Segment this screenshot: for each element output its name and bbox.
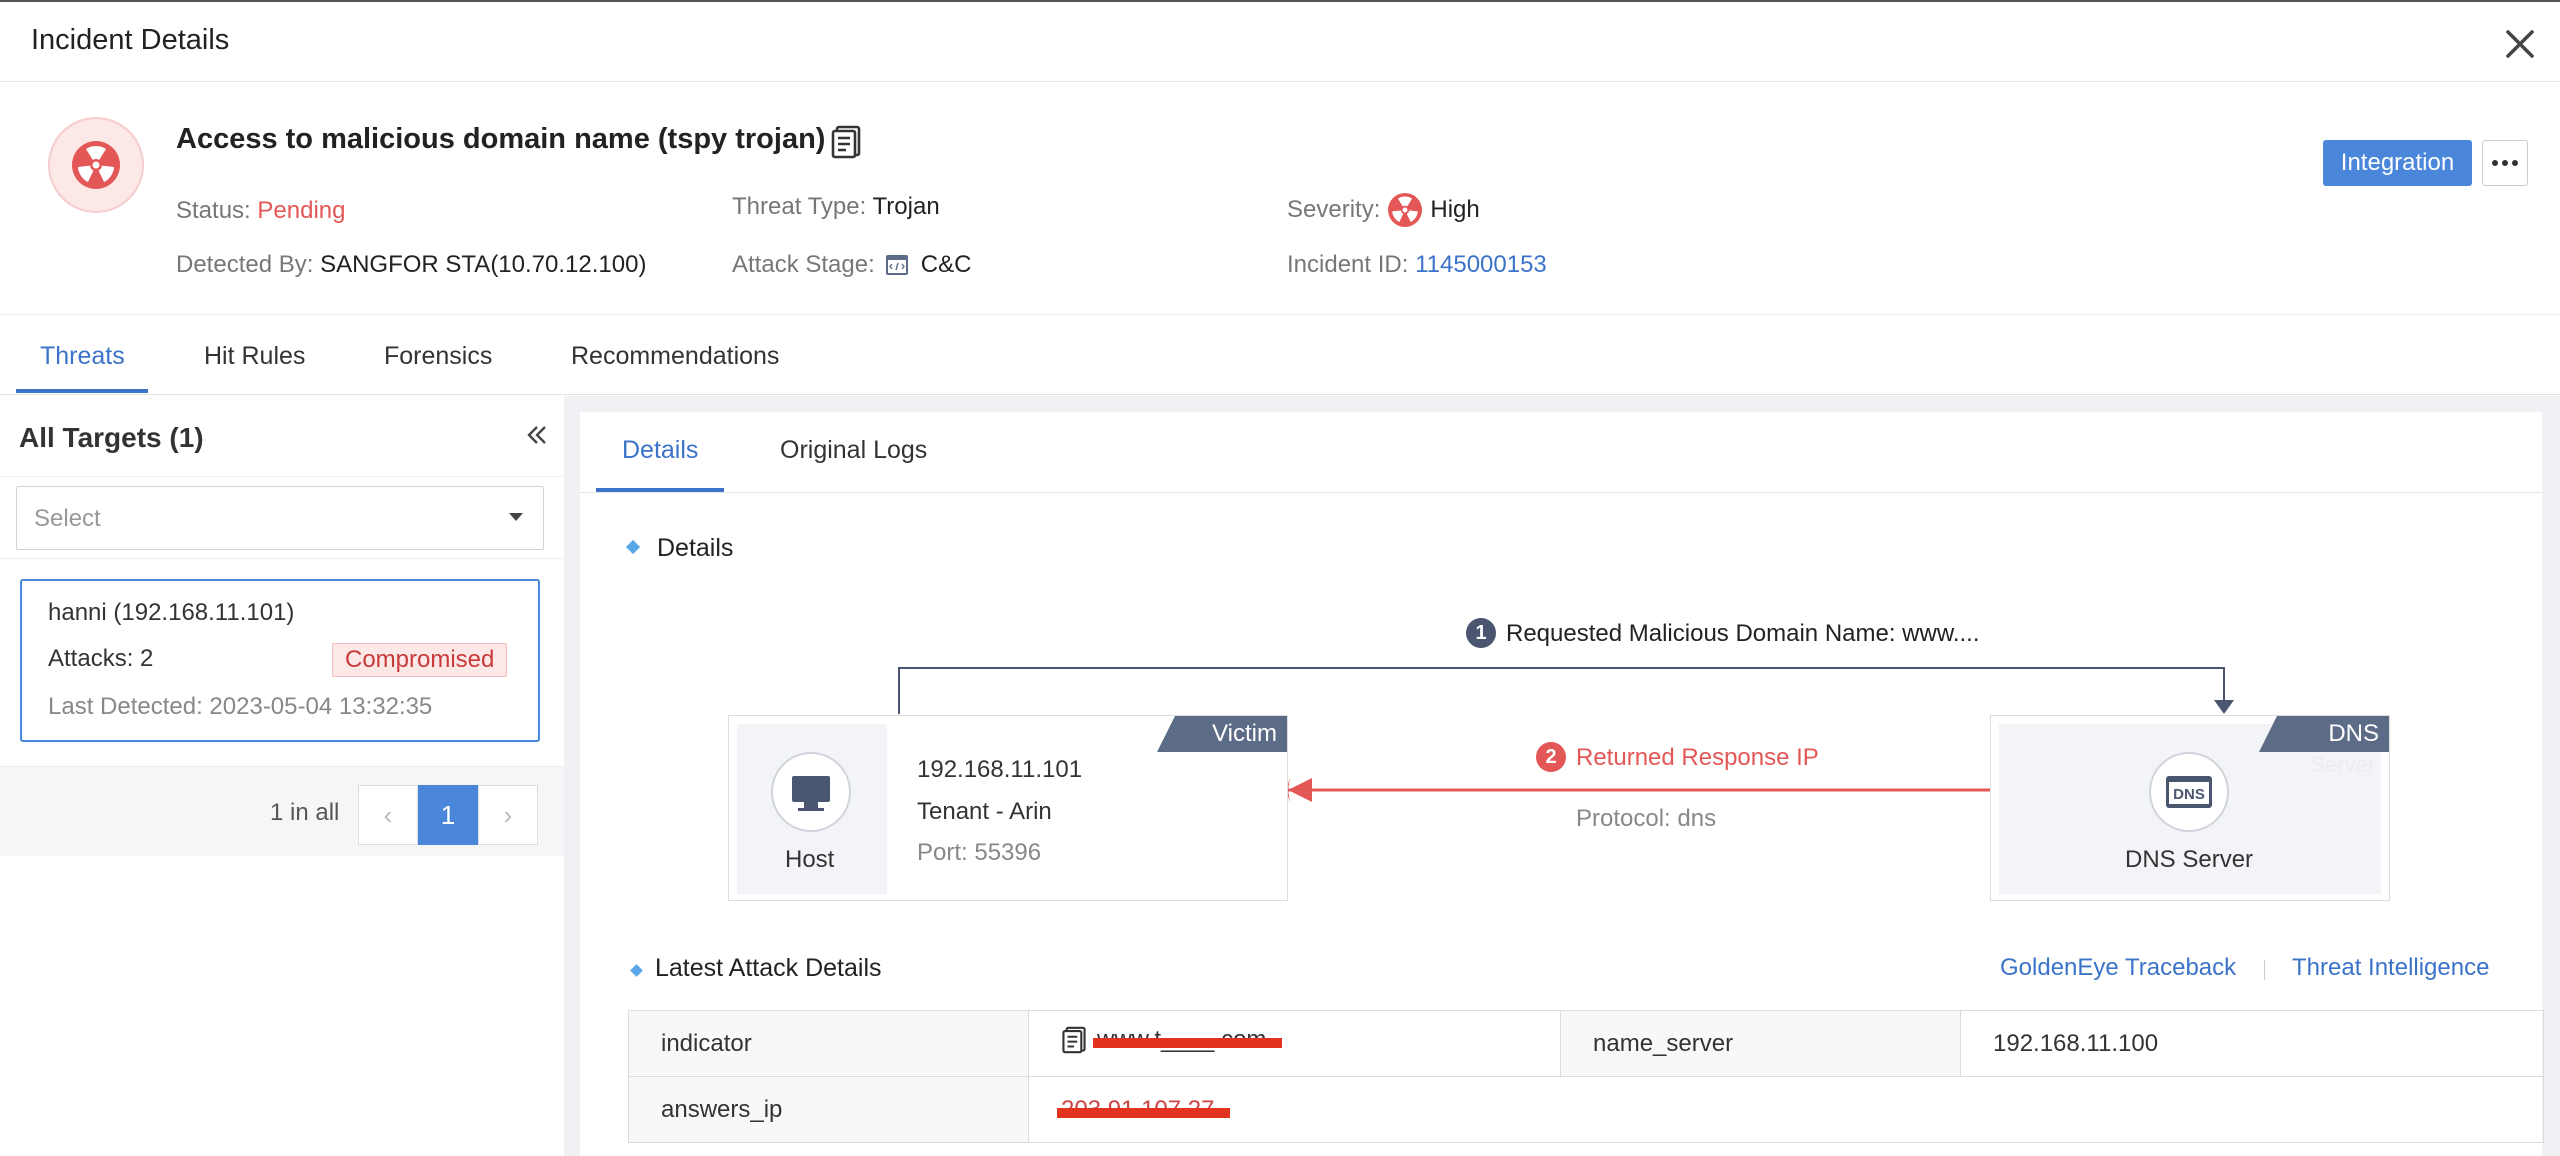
target-attacks: Attacks: 2 bbox=[48, 645, 154, 672]
select-placeholder: Select bbox=[34, 505, 101, 532]
dns-server-tag-sub: Server bbox=[2310, 752, 2375, 777]
tab-forensics[interactable]: Forensics bbox=[384, 342, 492, 371]
table-key: indicator bbox=[628, 1010, 1029, 1077]
step-2-label: Returned Response IP bbox=[1576, 744, 1819, 771]
attack-details-table: indicator www.t____.com name_server 192.… bbox=[628, 1010, 2544, 1143]
target-last-detected: Last Detected: 2023-05-04 13:32:35 bbox=[48, 693, 433, 720]
attack-stage-value: C&C bbox=[920, 251, 972, 278]
table-row: answers_ip 203.91.107.27 bbox=[628, 1076, 2544, 1143]
host-icon-circle bbox=[771, 752, 851, 832]
detected-by-value: SANGFOR STA(10.70.12.100) bbox=[320, 251, 647, 278]
main-tabs: Threats Hit Rules Forensics Recommendati… bbox=[0, 316, 2560, 395]
incident-title: Access to malicious domain name (tspy tr… bbox=[176, 123, 826, 155]
step-2-badge: 2 bbox=[1536, 742, 1566, 772]
status-field: Status: Pending bbox=[176, 197, 346, 224]
active-tab-indicator bbox=[16, 389, 148, 393]
threat-type-value: Trojan bbox=[872, 193, 940, 220]
table-key: name_server bbox=[1560, 1010, 1961, 1077]
victim-tenant: Tenant - Arin bbox=[917, 798, 1052, 825]
section-bullet bbox=[630, 964, 643, 977]
dns-server-node[interactable]: DNS DNS Server DNS Server bbox=[1990, 715, 2390, 901]
step-1-badge: 1 bbox=[1466, 618, 1496, 648]
targets-panel: All Targets (1) Select hanni (192.168.11… bbox=[0, 396, 564, 1156]
table-value: 203.91.107.27 bbox=[1028, 1076, 2544, 1143]
subtab-original-logs[interactable]: Original Logs bbox=[780, 436, 927, 465]
dns-server-label: DNS Server bbox=[2125, 846, 2254, 873]
section-bullet bbox=[625, 539, 641, 555]
severity-avatar bbox=[48, 117, 144, 213]
tab-recommendations[interactable]: Recommendations bbox=[571, 342, 779, 371]
severity-value: High bbox=[1430, 196, 1480, 223]
incident-summary: Access to malicious domain name (tspy tr… bbox=[0, 83, 2560, 315]
target-name: hanni (192.168.11.101) bbox=[48, 599, 295, 626]
svg-text:DNS: DNS bbox=[2173, 786, 2205, 803]
protocol-label: Protocol: dns bbox=[1576, 805, 1717, 832]
victim-node[interactable]: Host 192.168.11.101 Tenant - Arin Port: … bbox=[728, 715, 1288, 901]
severity-field: Severity: High bbox=[1287, 193, 1480, 227]
pagination: 1 in all ‹ 1 › bbox=[0, 766, 564, 856]
radiation-icon bbox=[1388, 193, 1423, 227]
target-select[interactable]: Select bbox=[16, 486, 544, 550]
threat-type-field: Threat Type: Trojan bbox=[732, 193, 940, 220]
terminal-icon bbox=[885, 255, 908, 275]
table-key: answers_ip bbox=[628, 1076, 1029, 1143]
details-heading: Details bbox=[657, 534, 734, 562]
ellipsis-icon bbox=[2492, 160, 2518, 166]
tab-hit-rules[interactable]: Hit Rules bbox=[204, 342, 305, 371]
attack-stage-field: Attack Stage: C&C bbox=[732, 251, 972, 278]
step-1-label: Requested Malicious Domain Name: www.... bbox=[1506, 620, 1980, 647]
latest-attack-heading: Latest Attack Details bbox=[655, 954, 882, 982]
document-icon[interactable] bbox=[1061, 1026, 1087, 1054]
prev-page-button[interactable]: ‹ bbox=[358, 785, 418, 845]
dialog-title: Incident Details bbox=[31, 24, 230, 56]
dialog-header: Incident Details bbox=[0, 2, 2560, 82]
close-icon[interactable] bbox=[2502, 26, 2538, 62]
radiation-icon bbox=[72, 141, 120, 189]
goldeneye-traceback-link[interactable]: GoldenEye Traceback bbox=[2000, 954, 2236, 982]
more-options-button[interactable] bbox=[2482, 140, 2528, 186]
document-icon[interactable] bbox=[830, 125, 862, 159]
victim-port: Port: 55396 bbox=[917, 839, 1042, 866]
pagination-total: 1 in all bbox=[270, 799, 340, 826]
integration-button[interactable]: Integration bbox=[2323, 140, 2472, 186]
monitor-icon bbox=[792, 776, 830, 811]
double-chevron-left-icon[interactable] bbox=[526, 424, 548, 446]
table-row: indicator www.t____.com name_server 192.… bbox=[628, 1010, 2544, 1077]
page-button-1[interactable]: 1 bbox=[418, 785, 478, 845]
table-value: www.t____.com bbox=[1028, 1010, 1561, 1077]
dns-icon-circle: DNS bbox=[2149, 752, 2229, 832]
dns-icon: DNS bbox=[2166, 776, 2212, 808]
target-card[interactable]: hanni (192.168.11.101) Attacks: 2 Compro… bbox=[20, 579, 540, 742]
dns-server-tag: DNS bbox=[2259, 716, 2389, 752]
caret-down-icon bbox=[509, 513, 523, 521]
status-badge: Compromised bbox=[332, 643, 508, 677]
incident-id-link[interactable]: 1145000153 bbox=[1415, 251, 1547, 278]
status-value: Pending bbox=[257, 197, 346, 224]
next-page-button[interactable]: › bbox=[478, 785, 538, 845]
answers-ip-value: 203.91.107.27 bbox=[1056, 1095, 1232, 1123]
victim-ip: 192.168.11.101 bbox=[917, 756, 1083, 783]
subtab-details[interactable]: Details bbox=[622, 436, 698, 465]
threat-details-panel: Details Original Logs Details 1 Requeste… bbox=[580, 412, 2544, 1156]
incident-id-field: Incident ID: 1145000153 bbox=[1287, 251, 1547, 278]
indicator-value: www.t____.com bbox=[1092, 1026, 1283, 1053]
victim-tag: Victim bbox=[1157, 716, 1287, 752]
threat-intelligence-link[interactable]: Threat Intelligence bbox=[2292, 954, 2489, 982]
table-value: 192.168.11.100 bbox=[1960, 1010, 2544, 1077]
host-label: Host bbox=[785, 846, 835, 873]
targets-title: All Targets (1) bbox=[19, 422, 204, 453]
detected-by-field: Detected By: SANGFOR STA(10.70.12.100) bbox=[176, 251, 647, 278]
tab-threats[interactable]: Threats bbox=[40, 342, 125, 371]
